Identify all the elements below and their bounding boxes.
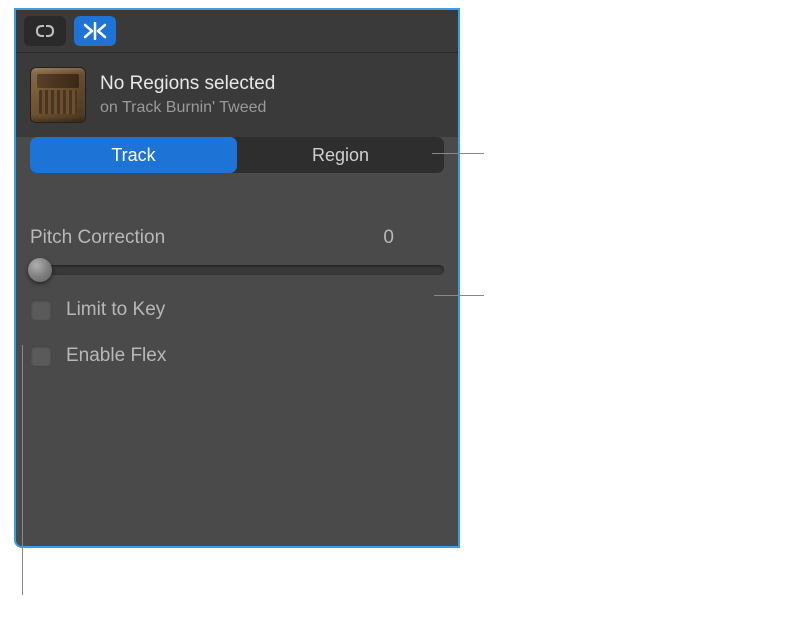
inspector-panel: No Regions selected on Track Burnin' Twe… bbox=[14, 8, 460, 548]
pitch-correction-row: Pitch Correction 0 bbox=[30, 227, 444, 275]
header-subtitle: on Track Burnin' Tweed bbox=[100, 99, 275, 117]
callout-line bbox=[22, 345, 23, 595]
content-area: Pitch Correction 0 Limit to Key Enable F… bbox=[16, 187, 458, 381]
limit-to-key-label: Limit to Key bbox=[66, 299, 165, 321]
slider-thumb[interactable] bbox=[28, 258, 52, 282]
header-section: No Regions selected on Track Burnin' Twe… bbox=[16, 53, 458, 137]
enable-flex-checkbox[interactable] bbox=[30, 345, 52, 367]
pitch-correction-value[interactable]: 0 bbox=[383, 227, 444, 249]
enable-flex-label: Enable Flex bbox=[66, 345, 166, 367]
pitch-correction-label: Pitch Correction bbox=[30, 227, 165, 249]
limit-to-key-checkbox[interactable] bbox=[30, 299, 52, 321]
link-icon-button[interactable] bbox=[24, 16, 66, 46]
collapse-icon-button[interactable] bbox=[74, 16, 116, 46]
track-region-tabs: Track Region bbox=[30, 137, 444, 173]
track-amp-icon bbox=[30, 67, 86, 123]
header-title: No Regions selected bbox=[100, 73, 275, 95]
pitch-correction-slider[interactable] bbox=[30, 265, 444, 275]
tab-region[interactable]: Region bbox=[237, 137, 444, 173]
callout-line bbox=[432, 153, 484, 154]
callout-line bbox=[434, 295, 484, 296]
toolbar bbox=[16, 10, 458, 53]
collapse-icon bbox=[82, 22, 108, 40]
enable-flex-row: Enable Flex bbox=[30, 345, 444, 367]
link-icon bbox=[33, 23, 57, 39]
slider-labels: Pitch Correction 0 bbox=[30, 227, 444, 249]
header-text: No Regions selected on Track Burnin' Twe… bbox=[100, 73, 275, 117]
tab-track[interactable]: Track bbox=[30, 137, 237, 173]
limit-to-key-row: Limit to Key bbox=[30, 299, 444, 321]
